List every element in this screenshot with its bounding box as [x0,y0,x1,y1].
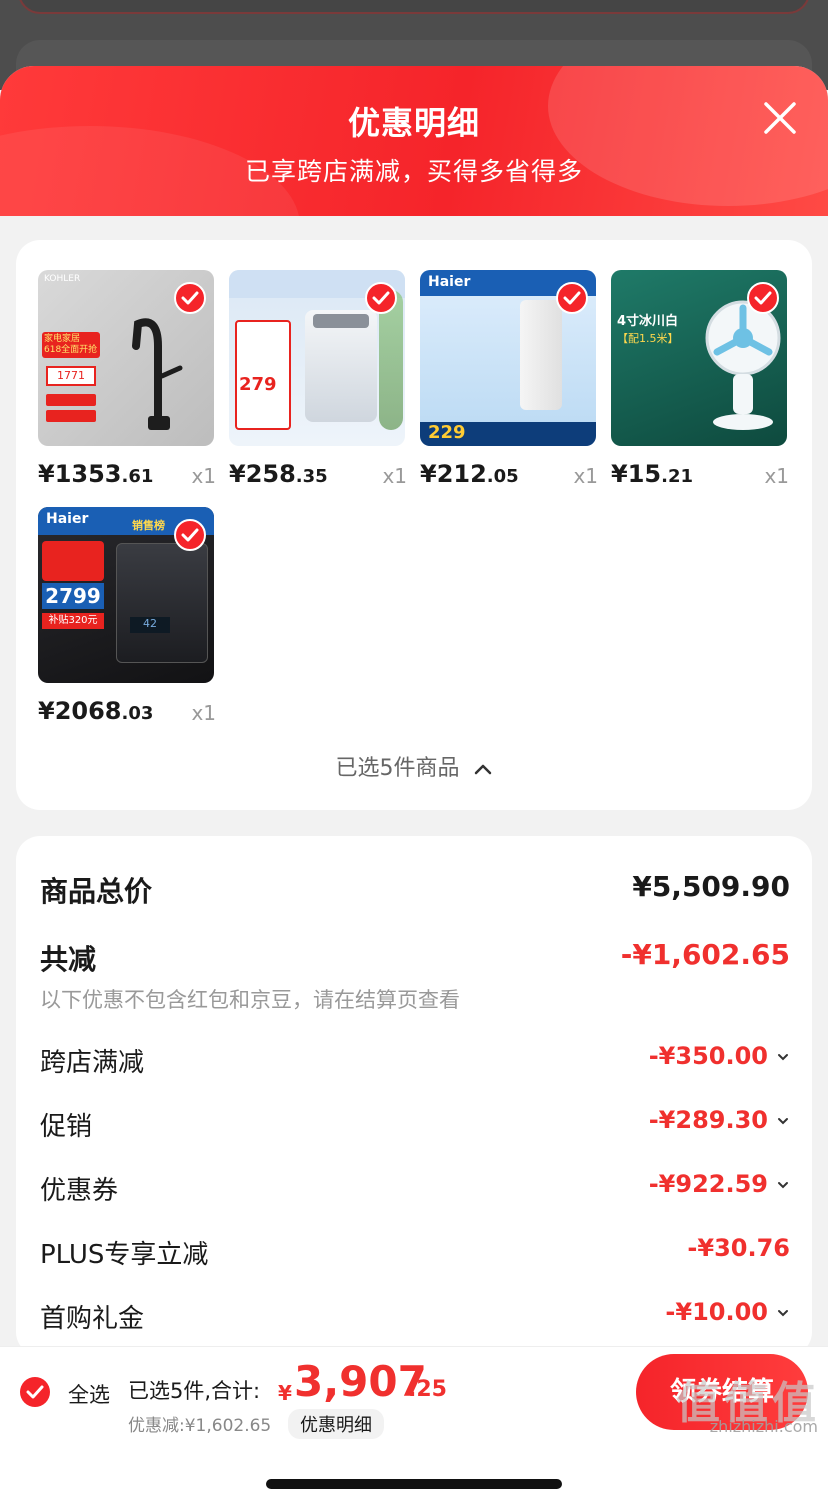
price-integer: ¥15 [611,460,662,488]
total-discount-value: -¥1,602.65 [620,938,790,971]
item-price: ¥1353.61 [38,460,153,488]
heater-tag: 销售榜 [132,519,165,532]
item-check-icon[interactable] [174,282,206,314]
discount-amount: 优惠减:¥1,602.65 [128,1416,272,1436]
total-price-label: 商品总价 [40,875,153,908]
faucet-price-tag: 1771 [46,366,96,386]
item-quantity: x1 [382,464,407,488]
fan-subtitle: 【配1.5米】 [617,332,679,345]
faucet-promo-strip [46,410,96,422]
watermark: zhizhizhi.com [709,1417,818,1436]
goods-item[interactable]: Haier 销售榜 2799 补贴320元 42 ¥2068.03 x1 [38,507,216,737]
discount-item-label: 首购礼金 [40,1304,145,1334]
discount-detail-button[interactable]: 优惠明细 [288,1409,384,1439]
price-integer: ¥258 [229,460,296,488]
price-integer: ¥212 [420,460,487,488]
item-quantity: x1 [764,464,789,488]
heater-brand: Haier [46,511,89,527]
item-price: ¥212.05 [420,460,519,488]
heater-price-tag: 2799 [42,583,104,609]
total-price-value: ¥5,509.90 [632,870,790,903]
discount-item-label: 优惠券 [40,1176,119,1206]
heater-body [116,543,208,663]
faucet-promo-tag: 家电家居 618全面开抢 [42,332,100,358]
goods-item[interactable]: 4寸冰川白 【配1.5米】 ¥15.21 x1 [611,270,789,500]
discount-item-value: -¥922.59 [648,1170,768,1198]
item-quantity: x1 [191,701,216,725]
item-quantity: x1 [191,464,216,488]
home-indicator [266,1479,562,1489]
goods-item[interactable]: Haier 229 ¥212.05 x1 [420,270,598,500]
goods-item[interactable]: KOHLER 家电家居 618全面开抢 1771 ¥1353.61 x1 [38,270,216,500]
washer-lid [313,314,369,328]
discount-detail-sheet: 优惠明细 已享跨店满减，买得多省得多 KOHLER 家电家居 618全面开抢 1… [0,66,828,1503]
discount-item-label: 促销 [40,1112,93,1142]
price-decimal: .05 [486,466,519,487]
sheet-title: 优惠明细 [347,104,480,142]
selected-goods-toggle[interactable]: 已选5件商品 [16,750,812,782]
chevron-up-icon [474,764,491,775]
price-decimal: .21 [661,466,693,487]
faucet-promo-strip [46,394,96,406]
checkout-bar: 全选 已选5件,合计: ¥ 3,907 .25 优惠减:¥1,602.65 优惠… [0,1346,828,1503]
heater-promo-box [42,541,104,581]
item-price: ¥15.21 [611,460,693,488]
price-decimal: .61 [121,466,154,487]
price-integer: ¥1353 [38,460,122,488]
discount-summary-card: 商品总价 ¥5,509.90 共减 -¥1,602.65 以下优惠不包含红包和京… [16,836,812,1356]
chevron-down-icon [778,1118,788,1125]
washer-price-tag: 279 [239,374,277,395]
sheet-header: 优惠明细 已享跨店满减，买得多省得多 [0,66,828,216]
item-quantity: x1 [573,464,598,488]
faucet-brand: KOHLER [44,274,81,284]
item-price: ¥258.35 [229,460,328,488]
discount-item-label: 跨店满减 [40,1048,145,1078]
item-price: ¥2068.03 [38,697,153,725]
faucet-icon [132,318,183,430]
selected-goods-card: KOHLER 家电家居 618全面开抢 1771 ¥1353.61 x1 279… [16,240,812,810]
filter-cartridge [520,300,562,410]
goods-item[interactable]: 279 ¥258.35 x1 [229,270,407,500]
heater-subsidy: 补贴320元 [42,613,104,629]
discount-item-value: -¥10.00 [665,1298,768,1326]
filter-brand: Haier [428,274,471,290]
item-check-icon[interactable] [365,282,397,314]
sum-decimal: .25 [408,1377,447,1402]
chevron-down-icon [778,1182,788,1189]
close-button[interactable] [760,98,800,138]
close-icon [764,102,796,134]
total-discount-label: 共减 [40,943,97,976]
background-search-bar [18,0,810,14]
discount-item-value: -¥30.76 [687,1234,790,1262]
select-all-check-icon[interactable] [20,1377,50,1407]
sum-label: 已选5件,合计: [128,1379,261,1403]
sum-integer: 3,907 [294,1357,427,1406]
price-decimal: .35 [295,466,328,487]
sum-currency: ¥ [278,1381,292,1405]
sheet-subtitle: 已享跨店满减，买得多省得多 [244,157,583,186]
select-all-label[interactable]: 全选 [68,1379,110,1409]
filter-price-tag: 229 [428,422,466,443]
selected-goods-label: 已选5件商品 [335,756,460,781]
chevron-down-icon [778,1310,788,1317]
heater-display: 42 [130,617,170,633]
item-check-icon[interactable] [174,519,206,551]
discount-item-value: -¥289.30 [648,1106,768,1134]
item-check-icon[interactable] [556,282,588,314]
discount-item-value: -¥350.00 [648,1042,768,1070]
chevron-down-icon [778,1054,788,1061]
discount-note: 以下优惠不包含红包和京豆，请在结算页查看 [40,988,460,1012]
item-check-icon[interactable] [747,282,779,314]
discount-item-label: PLUS专享立减 [40,1240,209,1270]
price-decimal: .03 [121,703,154,724]
fan-title: 4寸冰川白 [617,314,679,329]
price-integer: ¥2068 [38,697,122,725]
